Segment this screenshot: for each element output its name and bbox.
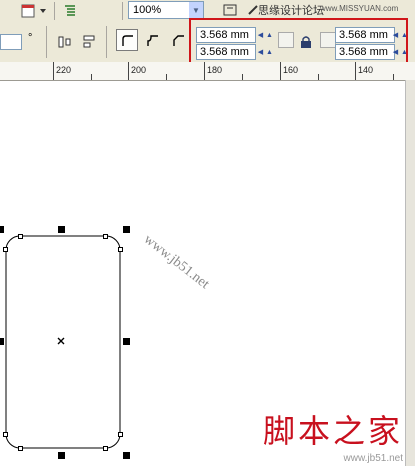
chamfer-corner-icon[interactable] xyxy=(168,30,188,50)
corner-node[interactable] xyxy=(18,234,23,239)
corner-node[interactable] xyxy=(103,234,108,239)
corner-node[interactable] xyxy=(3,247,8,252)
zoom-level-select[interactable]: 100% ▼ xyxy=(128,1,204,19)
selection-handle[interactable] xyxy=(58,452,65,459)
link-icon-right[interactable] xyxy=(320,32,336,48)
ruler-label: 200 xyxy=(131,65,147,75)
selection-handle[interactable] xyxy=(123,226,130,233)
site-url: www.jb51.net xyxy=(343,453,403,464)
selection-handle[interactable] xyxy=(123,338,130,345)
ruler-label: 140 xyxy=(358,65,374,75)
ruler-label: 220 xyxy=(56,65,72,75)
center-marker-icon xyxy=(57,337,65,345)
link-icon[interactable] xyxy=(278,32,294,48)
round-corner-icon[interactable] xyxy=(116,29,138,51)
corner-radius-top-right[interactable]: 3.568 mm xyxy=(335,27,395,43)
corner-node[interactable] xyxy=(3,432,8,437)
corner-radius-bottom-left[interactable]: 3.568 mm xyxy=(196,44,256,60)
ruler-label: 180 xyxy=(207,65,223,75)
selection-handle[interactable] xyxy=(123,452,130,459)
standard-toolbar: 100% ▼ 思缘设计论坛 www.MISSYUAN.com xyxy=(0,0,415,23)
page-layout-icon[interactable] xyxy=(18,1,38,21)
degree-symbol: ° xyxy=(28,32,33,44)
property-bar: ° 3.568 mm ◀ ▲ 3.568 mm ◀ ▲ 3.568 mm ◀ ▲ 3.… xyxy=(0,22,415,63)
forum-watermark-url: www.MISSYUAN.com xyxy=(320,4,399,13)
options-list-icon[interactable] xyxy=(60,1,80,21)
corner-node[interactable] xyxy=(103,446,108,451)
horizontal-ruler[interactable]: 220 200 180 160 140 xyxy=(0,62,415,81)
spinner-top-left[interactable]: ◀ ▲ xyxy=(256,27,274,43)
rounded-rectangle[interactable] xyxy=(5,235,121,449)
align-icon[interactable] xyxy=(55,32,75,52)
zoom-value: 100% xyxy=(133,4,162,16)
forum-watermark-text: 思缘设计论坛 xyxy=(258,5,324,17)
selection-handle[interactable] xyxy=(58,226,65,233)
full-screen-preview-icon[interactable] xyxy=(220,0,240,20)
lock-icon[interactable] xyxy=(296,32,316,52)
spinner-top-right[interactable]: ◀ ▲ xyxy=(391,27,409,43)
corner-radius-top-left[interactable]: 3.568 mm xyxy=(196,27,256,43)
dropdown-arrow-icon[interactable] xyxy=(38,1,48,21)
selection-handle[interactable] xyxy=(0,338,4,345)
corner-radius-bottom-right[interactable]: 3.568 mm xyxy=(335,44,395,60)
site-logo: 脚本之家 xyxy=(262,412,403,450)
angle-input[interactable] xyxy=(0,34,22,50)
selection-handle[interactable] xyxy=(0,226,4,233)
spinner-bottom-right[interactable]: ◀ ▲ xyxy=(391,44,409,60)
ruler-label: 160 xyxy=(283,65,299,75)
corner-node[interactable] xyxy=(118,432,123,437)
spinner-bottom-left[interactable]: ◀ ▲ xyxy=(256,44,274,60)
corner-node[interactable] xyxy=(18,446,23,451)
chevron-down-icon[interactable]: ▼ xyxy=(189,2,203,18)
corner-node[interactable] xyxy=(118,247,123,252)
vertical-scrollbar[interactable] xyxy=(405,80,415,466)
scallop-corner-icon[interactable] xyxy=(142,30,162,50)
distribute-icon[interactable] xyxy=(79,32,99,52)
